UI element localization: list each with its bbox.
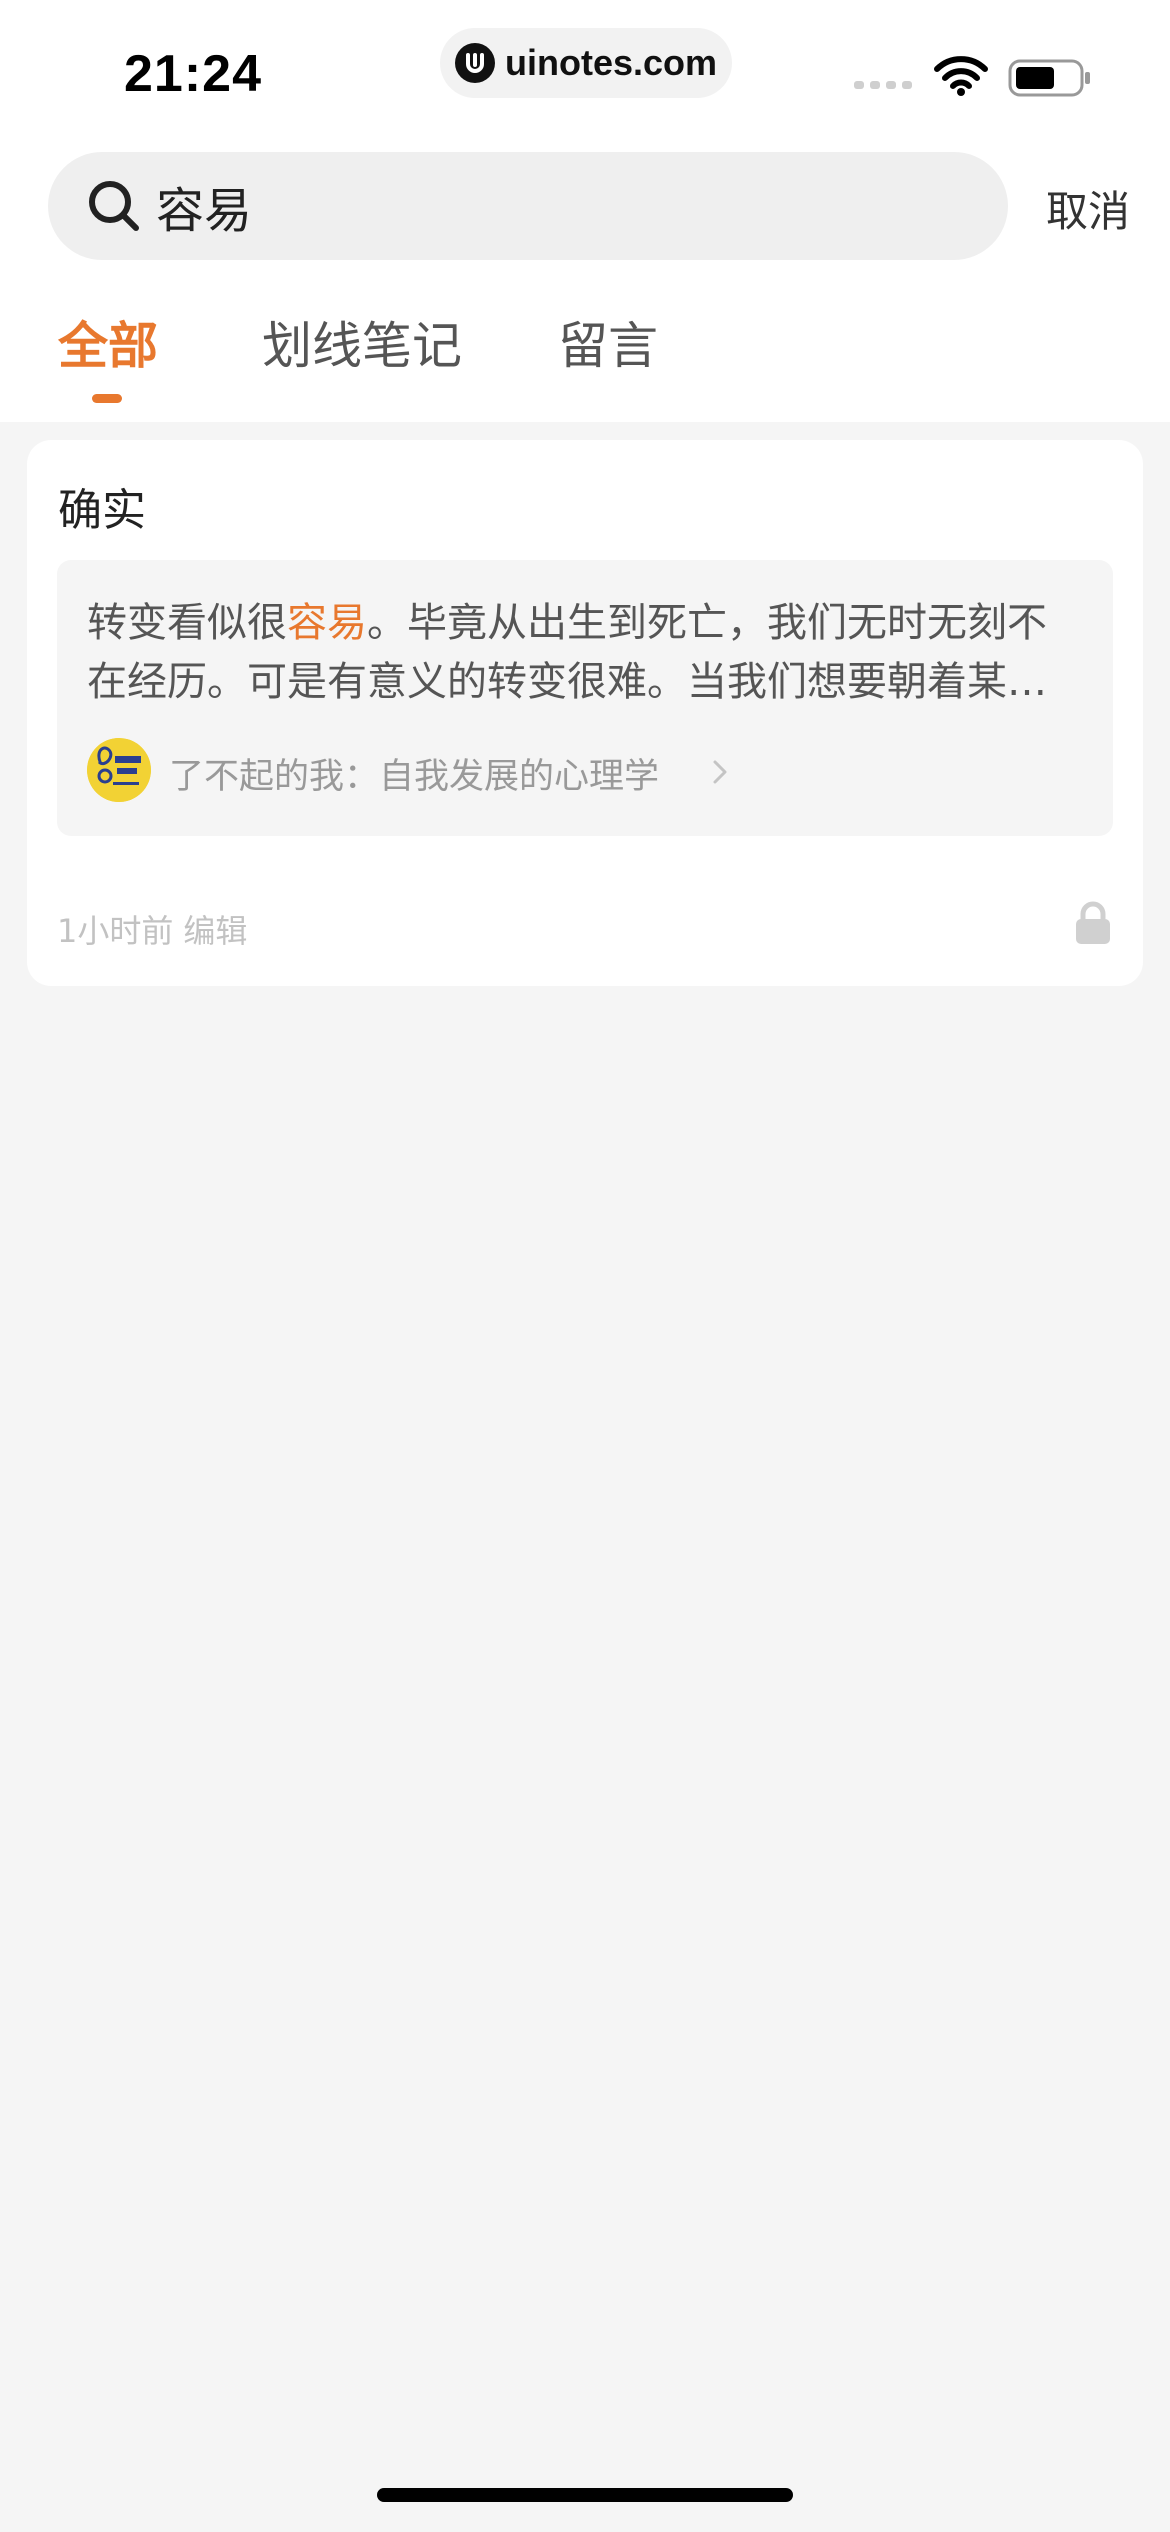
wifi-icon bbox=[934, 56, 988, 96]
cellular-signal-icon bbox=[854, 81, 912, 89]
home-indicator bbox=[377, 2488, 793, 2502]
search-input[interactable] bbox=[156, 172, 956, 240]
tab-all[interactable]: 全部 bbox=[58, 306, 158, 376]
quote-text-before: 转变看似很 bbox=[87, 600, 287, 646]
note-meta: 1小时前 编辑 bbox=[57, 906, 257, 952]
quote-highlight: 容易 bbox=[287, 600, 367, 646]
quote-box[interactable]: 转变看似很容易。毕竟从出生到死亡，我们无时无刻不在经历。可是有意义的转变很难。当… bbox=[57, 560, 1113, 836]
cancel-button[interactable]: 取消 bbox=[1046, 178, 1130, 238]
lock-icon[interactable] bbox=[1073, 900, 1113, 946]
note-card[interactable]: 确实 转变看似很容易。毕竟从出生到死亡，我们无时无刻不在经历。可是有意义的转变很… bbox=[27, 440, 1143, 986]
watermark-logo-icon bbox=[454, 43, 495, 83]
note-text: 确实 bbox=[58, 485, 146, 536]
chevron-right-icon bbox=[713, 760, 727, 784]
edit-link[interactable]: 编辑 bbox=[183, 912, 247, 950]
active-tab-indicator bbox=[92, 394, 122, 403]
book-cover bbox=[87, 738, 151, 802]
quote-text: 转变看似很容易。毕竟从出生到死亡，我们无时无刻不在经历。可是有意义的转变很难。当… bbox=[87, 594, 1083, 712]
note-time: 1小时前 bbox=[57, 912, 174, 950]
status-time: 21:24 bbox=[124, 45, 262, 103]
search-bar[interactable] bbox=[48, 152, 1008, 260]
watermark-text: uinotes.com bbox=[504, 42, 718, 83]
tab-highlight-notes[interactable]: 划线笔记 bbox=[262, 306, 462, 376]
battery-icon bbox=[1008, 59, 1090, 97]
tab-comments[interactable]: 留言 bbox=[558, 306, 658, 376]
book-title[interactable]: 了不起的我：自我发展的心理学 bbox=[169, 748, 659, 799]
watermark-badge: uinotes.com bbox=[440, 28, 732, 98]
search-icon bbox=[89, 181, 139, 231]
